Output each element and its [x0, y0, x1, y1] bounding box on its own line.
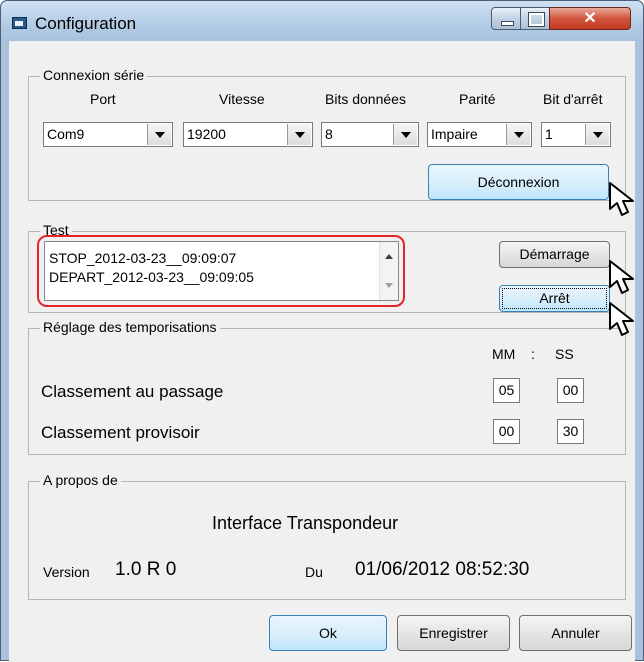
serial-group-legend: Connexion série: [40, 67, 148, 83]
port-select[interactable]: Com9: [43, 122, 173, 147]
port-value: Com9: [47, 126, 85, 142]
log-highlight-annotation: [37, 235, 405, 307]
about-group-legend: A propos de: [40, 472, 121, 488]
port-header: Port: [90, 91, 116, 107]
data-bits-select[interactable]: 8: [321, 122, 419, 147]
minutes-header: MM: [492, 346, 516, 362]
maximize-button[interactable]: [520, 7, 550, 30]
speed-value: 19200: [187, 126, 226, 142]
provisional-label: Classement provisoir: [41, 423, 200, 442]
window-title: Configuration: [35, 14, 137, 33]
pointer-cursor-icon: [609, 302, 634, 336]
date-label: Du: [305, 564, 323, 580]
date-value: 01/06/2012 08:52:30: [355, 559, 530, 580]
provisional-seconds-field[interactable]: 30: [557, 419, 584, 444]
maximize-icon: [528, 12, 545, 27]
parity-select[interactable]: Impaire: [427, 122, 532, 147]
stop-bit-value: 1: [545, 126, 553, 142]
speed-select[interactable]: 19200: [183, 122, 313, 147]
disconnect-button[interactable]: Déconnexion: [428, 164, 609, 200]
save-button[interactable]: Enregistrer: [397, 615, 510, 651]
parity-header: Parité: [459, 91, 496, 107]
time-separator: :: [531, 346, 535, 362]
timers-group-legend: Réglage des temporisations: [40, 319, 220, 335]
passage-seconds-field[interactable]: 00: [557, 378, 584, 403]
stop-button[interactable]: Arrêt: [499, 285, 610, 312]
stop-bit-select[interactable]: 1: [541, 122, 611, 147]
minimize-button[interactable]: [491, 7, 521, 30]
version-label: Version: [43, 564, 90, 580]
stop-bit-header: Bit d'arrêt: [543, 91, 603, 107]
configuration-window: Configuration ✕ Connexion série Port Vit…: [0, 0, 644, 662]
data-bits-value: 8: [325, 126, 333, 142]
parity-value: Impaire: [431, 126, 478, 142]
close-icon: ✕: [583, 10, 597, 27]
start-button[interactable]: Démarrage: [499, 241, 610, 268]
pointer-cursor-icon: [609, 260, 634, 294]
chevron-down-icon[interactable]: [506, 124, 530, 145]
about-group: A propos de: [28, 472, 626, 600]
passage-label: Classement au passage: [41, 382, 224, 401]
provisional-minutes-field[interactable]: 00: [493, 419, 520, 444]
cancel-button[interactable]: Annuler: [519, 615, 632, 651]
chevron-down-icon[interactable]: [393, 124, 417, 145]
version-value: 1.0 R 0: [115, 559, 177, 580]
speed-header: Vitesse: [219, 91, 265, 107]
app-name: Interface Transpondeur: [212, 513, 399, 533]
window-icon: [12, 17, 27, 29]
seconds-header: SS: [555, 346, 574, 362]
title-bar[interactable]: Configuration ✕: [1, 1, 643, 41]
ok-button[interactable]: Ok: [269, 615, 387, 651]
chevron-down-icon[interactable]: [585, 124, 609, 145]
pointer-cursor-icon: [609, 182, 634, 216]
passage-minutes-field[interactable]: 05: [493, 378, 520, 403]
data-bits-header: Bits données: [325, 91, 406, 107]
close-button[interactable]: ✕: [549, 7, 631, 30]
minimize-icon: [501, 21, 514, 26]
chevron-down-icon[interactable]: [147, 124, 171, 145]
chevron-down-icon[interactable]: [287, 124, 311, 145]
